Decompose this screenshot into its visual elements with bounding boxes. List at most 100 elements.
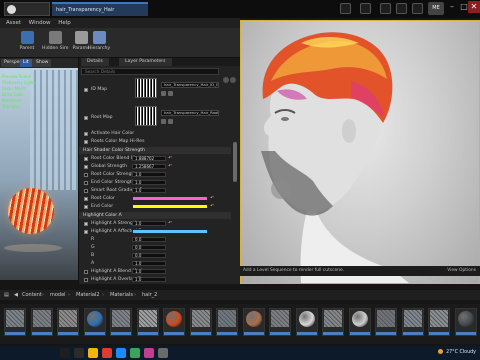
- path-model[interactable]: model: [50, 290, 66, 300]
- browse-icon[interactable]: [161, 119, 166, 124]
- prop-checkbox[interactable]: [84, 172, 88, 177]
- path-materials[interactable]: Materials: [110, 290, 133, 300]
- asset-thumbnail[interactable]: [322, 308, 344, 336]
- asset-thumbnail[interactable]: [428, 308, 450, 336]
- folder-icon[interactable]: ▤: [4, 290, 9, 300]
- view-options-button[interactable]: View Options: [447, 266, 476, 276]
- taskbar-app-icon[interactable]: [130, 348, 140, 358]
- prop-value[interactable]: 1.0: [132, 221, 166, 226]
- use-selected-icon[interactable]: [168, 91, 173, 96]
- prop-value[interactable]: 1.0: [132, 180, 166, 185]
- prop-checkbox[interactable]: [84, 269, 88, 274]
- taskbar-app-icon[interactable]: [158, 348, 168, 358]
- highlight-color-section[interactable]: Highlight Color A: [79, 212, 231, 219]
- preview-viewport[interactable]: Perspective Lit Show Preview Scene Stati…: [0, 58, 78, 280]
- asset-thumbnail[interactable]: [401, 308, 424, 336]
- path-hair2[interactable]: hair_2: [142, 290, 157, 300]
- reset-arrow-icon[interactable]: ↶: [168, 163, 172, 170]
- roots-color-map-checkbox[interactable]: [84, 139, 88, 144]
- asset-thumbnail[interactable]: [375, 308, 397, 336]
- user-badge[interactable]: ME: [428, 2, 444, 15]
- taskbar-app-icon[interactable]: [116, 348, 126, 358]
- asset-thumbnail[interactable]: [57, 308, 79, 336]
- prop-value[interactable]: 1.0: [132, 269, 166, 274]
- tab-layer-parameters[interactable]: Layer Parameters: [119, 58, 172, 66]
- prop-checkbox[interactable]: [84, 180, 88, 185]
- notification-icon[interactable]: [360, 3, 371, 14]
- taskbar-app-icon[interactable]: [60, 348, 70, 358]
- hair-shader-section[interactable]: Hair Shader Color Strength: [79, 147, 231, 154]
- asset-thumbnail[interactable]: [110, 308, 132, 336]
- document-tab[interactable]: hair_Transparency_Hair: [52, 2, 148, 16]
- reset-arrow-icon[interactable]: ↶: [210, 203, 214, 210]
- prop-value[interactable]: 1.888702: [132, 156, 166, 161]
- prop-value[interactable]: 0.0: [132, 253, 166, 258]
- lit-button[interactable]: Lit: [20, 59, 32, 67]
- root-map-thumbnail[interactable]: [135, 106, 157, 126]
- prop-checkbox[interactable]: [84, 221, 88, 226]
- prop-value[interactable]: 1.0: [132, 277, 166, 282]
- id-map-thumbnail[interactable]: [135, 78, 157, 98]
- monitor-icon[interactable]: [412, 3, 423, 14]
- details-search-input[interactable]: Search Details: [81, 68, 219, 75]
- project-tab[interactable]: [4, 2, 50, 16]
- taskbar-app-icon[interactable]: [74, 348, 84, 358]
- asset-thumbnail[interactable]: [216, 308, 238, 336]
- asset-thumbnail[interactable]: [83, 308, 106, 336]
- use-selected-icon[interactable]: [168, 119, 173, 124]
- taskbar-app-icon[interactable]: [102, 348, 112, 358]
- prop-value[interactable]: 1.0: [132, 188, 166, 193]
- id-map-combo[interactable]: hair_Transparency_Hair_ID_Map: [161, 82, 219, 88]
- minimize-button[interactable]: –: [446, 1, 458, 13]
- prop-checkbox[interactable]: [84, 196, 88, 201]
- asset-thumbnail[interactable]: [163, 308, 185, 336]
- end-color-swatch[interactable]: [132, 204, 208, 209]
- root-map-checkbox[interactable]: [84, 115, 88, 120]
- asset-thumbnail[interactable]: [348, 308, 371, 336]
- prop-value[interactable]: 0.0: [132, 245, 166, 250]
- asset-thumbnail[interactable]: [136, 308, 159, 336]
- prop-value[interactable]: 1.0: [132, 261, 166, 266]
- taskbar-app-icon[interactable]: [144, 348, 154, 358]
- prop-checkbox[interactable]: [84, 188, 88, 193]
- browse-icon[interactable]: [161, 91, 166, 96]
- hidden-sim-button[interactable]: Hidden Sim: [42, 30, 68, 56]
- prop-checkbox[interactable]: [84, 164, 88, 169]
- asset-thumbnail[interactable]: [295, 308, 318, 336]
- settings-icon[interactable]: [230, 77, 236, 83]
- prop-checkbox[interactable]: [84, 204, 88, 209]
- activate-hair-color-checkbox[interactable]: [84, 131, 88, 136]
- prop-value[interactable]: 0.0: [132, 237, 166, 242]
- reset-arrow-icon[interactable]: ↶: [210, 195, 214, 202]
- asset-thumbnail[interactable]: [242, 308, 265, 336]
- prop-checkbox[interactable]: [84, 156, 88, 161]
- eye-icon[interactable]: [223, 77, 229, 83]
- menu-window[interactable]: Window: [29, 20, 51, 26]
- reset-arrow-icon[interactable]: ↶: [168, 220, 172, 227]
- menu-help[interactable]: Help: [58, 20, 71, 26]
- prop-value[interactable]: 1.0: [132, 172, 166, 177]
- id-map-checkbox[interactable]: [84, 87, 88, 92]
- show-button[interactable]: Show: [33, 59, 52, 67]
- prop-value[interactable]: 1.258667: [132, 164, 166, 169]
- tab-details[interactable]: Details: [81, 58, 109, 66]
- hierarchy-button[interactable]: Hierarchy: [86, 30, 112, 56]
- settings-icon[interactable]: [380, 3, 391, 14]
- path-material2[interactable]: Material2: [76, 290, 100, 300]
- asset-thumbnail[interactable]: [454, 308, 477, 336]
- prop-checkbox[interactable]: [84, 229, 88, 234]
- fullscreen-icon[interactable]: [396, 3, 407, 14]
- path-content[interactable]: Content: [22, 290, 42, 300]
- asset-thumbnail[interactable]: [269, 308, 291, 336]
- menu-asset[interactable]: Asset: [6, 20, 21, 26]
- asset-thumbnail[interactable]: [30, 308, 53, 336]
- taskbar-app-icon[interactable]: [88, 348, 98, 358]
- prop-checkbox[interactable]: [84, 277, 88, 282]
- parent-button[interactable]: Parent: [14, 30, 40, 56]
- details-scrollbar[interactable]: [233, 142, 237, 182]
- back-icon[interactable]: ◀: [14, 290, 18, 300]
- render-viewport[interactable]: [240, 20, 480, 284]
- root-map-combo[interactable]: hair_Transparency_Hair_Root_Map: [161, 110, 219, 116]
- asset-thumbnail[interactable]: [4, 308, 26, 336]
- reset-arrow-icon[interactable]: ↶: [168, 155, 172, 162]
